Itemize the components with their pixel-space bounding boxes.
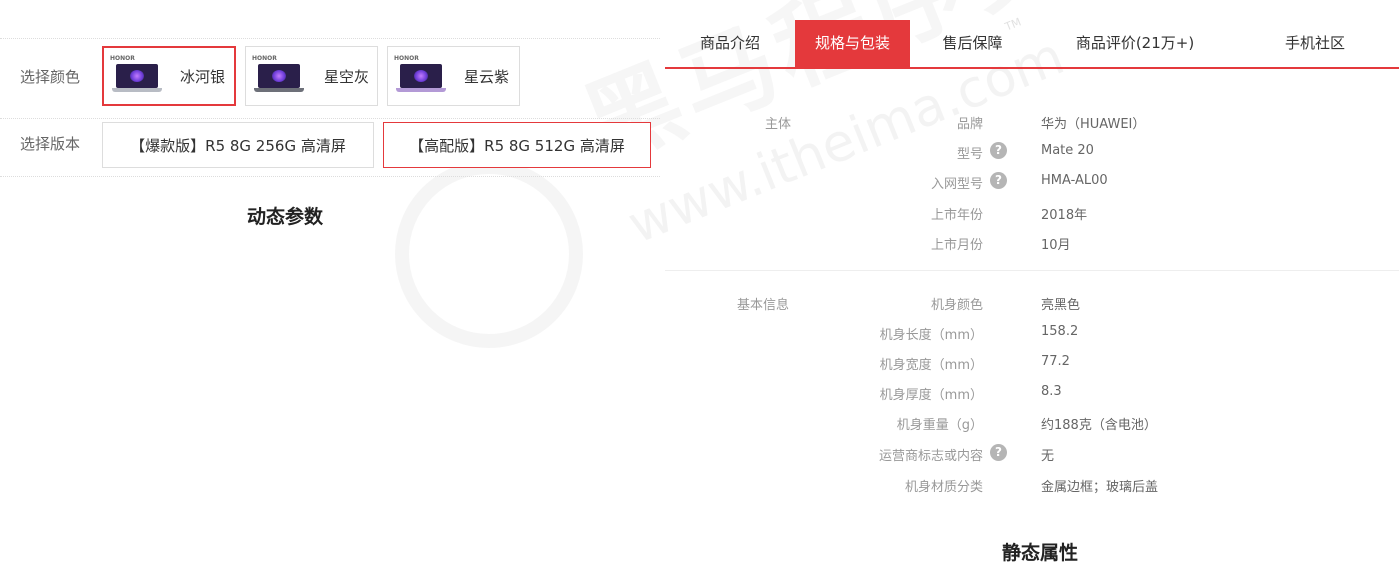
help-icon[interactable]: ? [990, 172, 1007, 189]
spec-key: 入网型号 [930, 177, 983, 192]
spec-value: 华为（HUAWEI） [1041, 117, 1146, 132]
spec-key: 机身材质分类 [904, 480, 983, 495]
caption-static-attributes: 静态属性 [1002, 542, 1079, 564]
laptop-thumbnail: HONOR [252, 55, 308, 95]
spec-value: 2018年 [1041, 208, 1088, 223]
tab-after-sales[interactable]: 售后保障 [910, 20, 1035, 67]
laptop-thumbnail: HONOR [110, 55, 166, 95]
color-name: 星空灰 [324, 67, 370, 86]
spec-group-title: 基本信息 [737, 298, 790, 313]
laptop-base [396, 88, 446, 92]
color-name: 冰河银 [180, 67, 226, 86]
dynamic-params-panel: 选择颜色 HONOR 冰河银 HONOR 星空灰 HONOR 星云紫 选择版本 … [0, 0, 660, 579]
color-row-label: 选择颜色 [20, 68, 81, 86]
laptop-screen [258, 64, 300, 88]
divider [0, 176, 660, 177]
color-name: 星云紫 [464, 67, 510, 86]
spec-key: 机身颜色 [930, 298, 983, 313]
spec-divider [665, 270, 1399, 271]
color-option-gray[interactable]: HONOR 星空灰 [245, 46, 378, 106]
spec-key: 机身厚度（mm） [879, 388, 983, 403]
tab-reviews[interactable]: 商品评价(21万+) [1035, 20, 1235, 67]
spec-key: 上市月份 [930, 238, 983, 253]
help-icon[interactable]: ? [990, 444, 1007, 461]
spec-key: 品牌 [956, 117, 983, 132]
divider [0, 118, 660, 119]
spec-key: 型号 [956, 147, 983, 162]
laptop-thumbnail: HONOR [394, 55, 450, 95]
tab-product-intro[interactable]: 商品介绍 [665, 20, 795, 67]
brand-label: HONOR [252, 55, 277, 62]
spec-value: 158.2 [1041, 324, 1079, 339]
spec-key: 机身长度（mm） [879, 328, 983, 343]
spec-key: 上市年份 [930, 208, 983, 223]
laptop-base [254, 88, 304, 92]
laptop-screen [400, 64, 442, 88]
tab-specs-packaging[interactable]: 规格与包装 [795, 20, 910, 67]
spec-value: 10月 [1041, 238, 1071, 253]
laptop-base [112, 88, 162, 92]
color-option-silver[interactable]: HONOR 冰河银 [102, 46, 236, 106]
version-option-standard[interactable]: 【爆款版】R5 8G 256G 高清屏 [102, 122, 374, 168]
spec-value: 约188克（含电池） [1041, 418, 1157, 433]
spec-value: HMA-AL00 [1041, 173, 1108, 188]
spec-key: 机身宽度（mm） [879, 358, 983, 373]
version-option-premium[interactable]: 【高配版】R5 8G 512G 高清屏 [383, 122, 651, 168]
brand-label: HONOR [394, 55, 419, 62]
spec-key: 机身重量（g） [896, 418, 983, 433]
spec-value: 金属边框；玻璃后盖 [1041, 480, 1159, 495]
spec-key: 运营商标志或内容 [878, 449, 983, 464]
divider [0, 38, 660, 39]
spec-value: 8.3 [1041, 384, 1062, 399]
product-tabs: 商品介绍 规格与包装 售后保障 商品评价(21万+) 手机社区 [665, 20, 1399, 69]
spec-value: Mate 20 [1041, 143, 1094, 158]
laptop-screen [116, 64, 158, 88]
help-icon[interactable]: ? [990, 142, 1007, 159]
color-option-purple[interactable]: HONOR 星云紫 [387, 46, 520, 106]
spec-value: 无 [1041, 449, 1055, 464]
version-row-label: 选择版本 [20, 135, 81, 153]
tab-community[interactable]: 手机社区 [1235, 20, 1395, 67]
brand-label: HONOR [110, 55, 135, 62]
spec-value: 77.2 [1041, 354, 1070, 369]
spec-value: 亮黑色 [1041, 298, 1081, 313]
caption-dynamic-params: 动态参数 [247, 206, 324, 228]
